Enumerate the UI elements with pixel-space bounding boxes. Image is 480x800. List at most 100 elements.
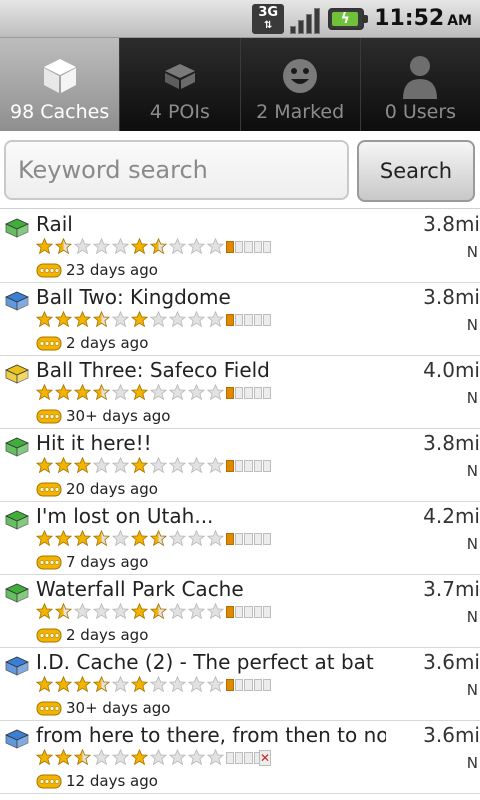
- cache-title: I.D. Cache (2) - The perfect at bat: [36, 650, 374, 674]
- star-icon: [55, 311, 72, 328]
- cache-row[interactable]: Rail 3.8mi N 23 days ago: [0, 210, 480, 283]
- difficulty-rating: [36, 238, 131, 257]
- terrain-rating: [131, 457, 226, 476]
- star-icon: [207, 749, 224, 766]
- star-icon: [188, 311, 205, 328]
- cache-row[interactable]: Ball Two: Kingdome 3.8mi N 2 days ago: [0, 283, 480, 356]
- star-icon: [169, 311, 186, 328]
- star-icon: [131, 311, 148, 328]
- star-icon: [150, 676, 167, 693]
- keyword-search-input[interactable]: [4, 140, 349, 200]
- cache-last-log-age: 30+ days ago: [66, 699, 171, 717]
- tab-caches[interactable]: 98 Caches: [0, 38, 120, 131]
- star-icon: [207, 457, 224, 474]
- cache-type-icon: [5, 291, 29, 311]
- cache-last-log-age: 30+ days ago: [66, 407, 171, 425]
- container-size-bar: [226, 460, 272, 472]
- terrain-rating: [131, 238, 226, 257]
- star-icon: [150, 603, 167, 620]
- poi-icon: [162, 51, 198, 101]
- cache-title: I'm lost on Utah...: [36, 504, 214, 528]
- cache-title: Rail: [36, 212, 73, 236]
- star-icon: [207, 384, 224, 401]
- star-icon: [36, 530, 53, 547]
- cache-last-log-age: 20 days ago: [66, 480, 158, 498]
- cache-distance: 3.8mi: [423, 212, 480, 236]
- cache-direction: N: [466, 535, 478, 553]
- log-age-icon: [36, 409, 62, 424]
- tab-marked[interactable]: 2 Marked: [239, 38, 360, 131]
- star-icon: [93, 311, 110, 328]
- tab-pois[interactable]: 4 POIs: [119, 38, 240, 131]
- star-icon: [131, 238, 148, 255]
- cache-row[interactable]: I'm lost on Utah... 4.2mi N 7 days ago: [0, 502, 480, 575]
- star-icon: [74, 676, 91, 693]
- cache-direction: N: [466, 316, 478, 334]
- cache-distance: 3.8mi: [423, 285, 480, 309]
- container-size-bar: [226, 314, 272, 326]
- star-icon: [150, 749, 167, 766]
- cube-icon: [40, 51, 80, 101]
- network-3g-icon: 3G ⇅: [252, 3, 285, 34]
- cache-row[interactable]: from here to there, from then to now. 3.6…: [0, 721, 480, 794]
- difficulty-rating: [36, 749, 131, 768]
- star-icon: [74, 530, 91, 547]
- star-icon: [188, 238, 205, 255]
- log-age-icon: [36, 555, 62, 570]
- status-bar: 3G ⇅ ϟ 11:52 AM: [0, 0, 480, 38]
- star-icon: [169, 384, 186, 401]
- cache-row[interactable]: Hit it here!! 3.8mi N 20 days ago: [0, 429, 480, 502]
- star-icon: [131, 457, 148, 474]
- star-icon: [112, 603, 129, 620]
- cache-type-icon: [5, 656, 29, 676]
- terrain-rating: [131, 384, 226, 403]
- star-icon: [188, 457, 205, 474]
- container-size-bar: [226, 241, 272, 253]
- star-icon: [207, 238, 224, 255]
- terrain-rating: [131, 530, 226, 549]
- star-icon: [150, 238, 167, 255]
- cache-direction: N: [466, 462, 478, 480]
- star-icon: [112, 238, 129, 255]
- difficulty-rating: [36, 311, 131, 330]
- star-icon: [169, 749, 186, 766]
- star-icon: [112, 457, 129, 474]
- star-icon: [188, 530, 205, 547]
- tab-users[interactable]: 0 Users: [359, 38, 480, 131]
- star-icon: [55, 676, 72, 693]
- container-size-bar: [226, 679, 272, 691]
- cache-row[interactable]: Waterfall Park Cache 3.7mi N 2 days ago: [0, 575, 480, 648]
- size-unknown-icon: ✕: [258, 750, 271, 766]
- cache-title: Hit it here!!: [36, 431, 152, 455]
- cache-direction: N: [466, 681, 478, 699]
- cache-row[interactable]: I.D. Cache (2) - The perfect at bat 3.6mi…: [0, 648, 480, 721]
- log-age-icon: [36, 701, 62, 716]
- star-icon: [207, 530, 224, 547]
- cache-row[interactable]: Ball Three: Safeco Field 4.0mi N 30+ days a…: [0, 356, 480, 429]
- search-button[interactable]: Search: [357, 140, 475, 202]
- signal-strength-icon: [290, 4, 322, 34]
- log-age-icon: [36, 336, 62, 351]
- cache-direction: N: [466, 389, 478, 407]
- cache-direction: N: [466, 754, 478, 772]
- star-icon: [55, 238, 72, 255]
- cache-distance: 4.0mi: [423, 358, 480, 382]
- cache-direction: N: [466, 608, 478, 626]
- tab-caches-label: 98 Caches: [10, 101, 110, 123]
- cache-list[interactable]: Rail 3.8mi N 23 days ago Ball Two: Kingdome 3…: [0, 210, 480, 800]
- star-icon: [112, 530, 129, 547]
- tab-bar: 98 Caches 4 POIs 2 Marked 0 Users: [0, 38, 480, 131]
- star-icon: [93, 384, 110, 401]
- difficulty-rating: [36, 676, 131, 695]
- cache-last-log-age: 2 days ago: [66, 626, 149, 644]
- star-icon: [93, 238, 110, 255]
- star-icon: [131, 384, 148, 401]
- cache-distance: 3.6mi: [423, 650, 480, 674]
- star-icon: [169, 603, 186, 620]
- difficulty-rating: [36, 384, 131, 403]
- star-icon: [131, 530, 148, 547]
- cache-last-log-age: 23 days ago: [66, 261, 158, 279]
- star-icon: [93, 749, 110, 766]
- star-icon: [131, 603, 148, 620]
- cache-title: from here to there, from then to now.: [36, 723, 386, 747]
